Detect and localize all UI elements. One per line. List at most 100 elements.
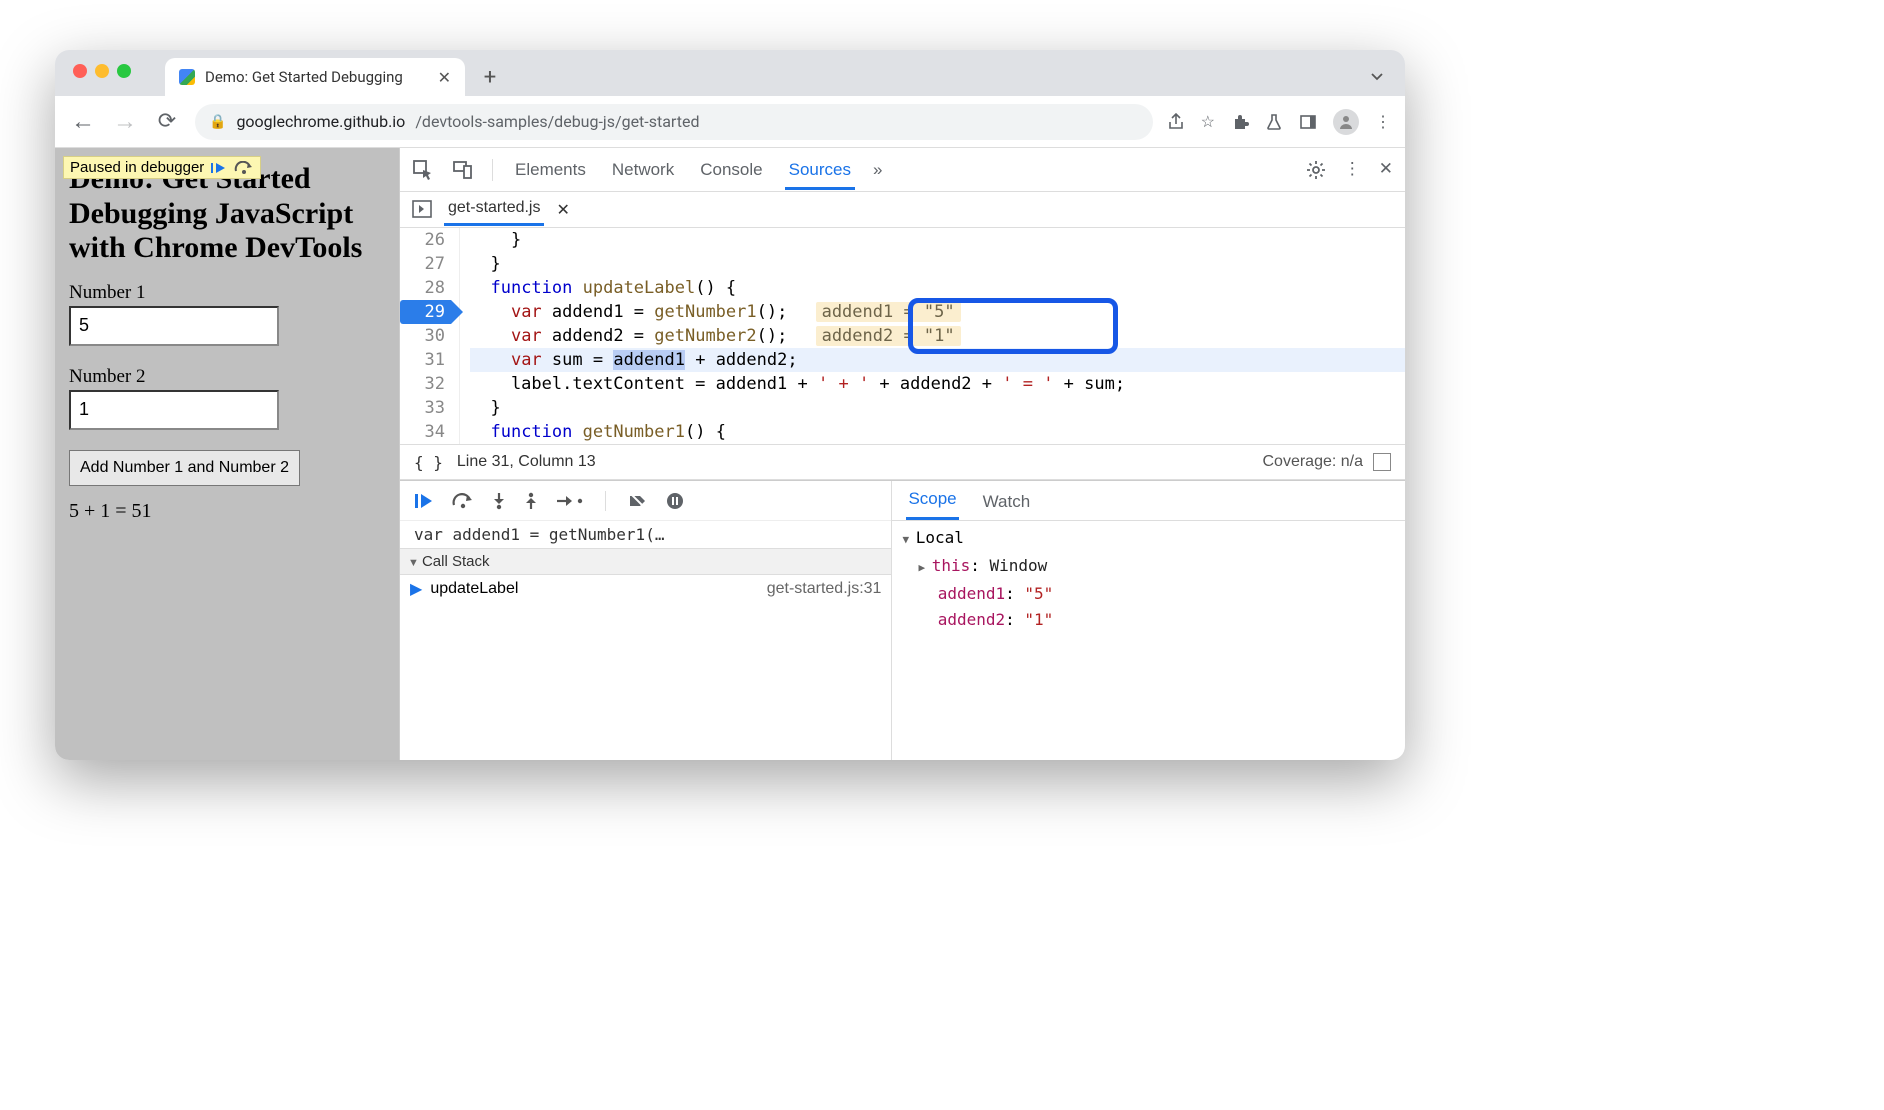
number2-input[interactable] bbox=[69, 390, 279, 430]
scope-tab[interactable]: Scope bbox=[906, 481, 958, 520]
line-number[interactable]: 30 bbox=[400, 324, 451, 348]
pause-on-exceptions-button[interactable] bbox=[666, 490, 684, 511]
line-number[interactable]: 33 bbox=[400, 396, 451, 420]
scope-tabbar: Scope Watch bbox=[892, 481, 1405, 521]
breakpoint-snippet: var addend1 = getNumber1(… bbox=[400, 521, 891, 548]
inline-value: addend1 = "5" bbox=[816, 302, 961, 322]
browser-window: Demo: Get Started Debugging ✕ + ← → ⟳ 🔒 … bbox=[55, 50, 1405, 760]
tab-network[interactable]: Network bbox=[608, 150, 678, 190]
labs-icon[interactable] bbox=[1265, 112, 1283, 132]
number1-input[interactable] bbox=[69, 306, 279, 346]
open-file-tab[interactable]: get-started.js bbox=[444, 193, 544, 226]
step-over-button[interactable] bbox=[452, 490, 474, 511]
content-area: Paused in debugger Demo: Get Started Deb… bbox=[55, 148, 1405, 760]
window-controls bbox=[73, 64, 131, 78]
bookmark-icon[interactable]: ☆ bbox=[1201, 112, 1215, 131]
code-line[interactable]: } bbox=[470, 228, 1405, 252]
number2-label: Number 2 bbox=[69, 366, 385, 388]
devtools-panel: Elements Network Console Sources » ⋮ ✕ g… bbox=[399, 148, 1405, 760]
navigator-toggle-icon[interactable] bbox=[412, 200, 432, 218]
tab-title: Demo: Get Started Debugging bbox=[205, 68, 403, 86]
current-frame-icon: ▶ bbox=[410, 579, 422, 599]
close-file-icon[interactable]: ✕ bbox=[556, 200, 569, 220]
scope-local-header[interactable]: Local bbox=[902, 525, 1395, 553]
add-button[interactable]: Add Number 1 and Number 2 bbox=[69, 450, 300, 486]
reload-button[interactable]: ⟳ bbox=[153, 109, 181, 134]
device-mode-icon[interactable] bbox=[452, 159, 474, 181]
code-line[interactable]: function getNumber1() { bbox=[470, 420, 1405, 444]
inline-value: addend2 = "1" bbox=[816, 326, 961, 346]
url-host: googlechrome.github.io bbox=[236, 112, 405, 131]
code-line[interactable]: var addend1 = getNumber1(); addend1 = "5… bbox=[470, 300, 1405, 324]
number1-label: Number 1 bbox=[69, 282, 385, 304]
devtools-menu-icon[interactable]: ⋮ bbox=[1344, 159, 1361, 179]
file-tab-bar: get-started.js ✕ bbox=[400, 192, 1405, 228]
deactivate-breakpoints-button[interactable] bbox=[628, 490, 648, 511]
code-line[interactable]: function updateLabel() { bbox=[470, 276, 1405, 300]
lock-icon: 🔒 bbox=[209, 114, 226, 130]
back-button[interactable]: ← bbox=[69, 107, 97, 136]
line-number[interactable]: 34 bbox=[400, 420, 451, 444]
browser-menu-icon[interactable]: ⋮ bbox=[1375, 112, 1391, 131]
line-number[interactable]: 26 bbox=[400, 228, 451, 252]
callstack-frame[interactable]: ▶updateLabelget-started.js:31 bbox=[400, 575, 891, 603]
tab-console[interactable]: Console bbox=[696, 150, 766, 190]
scope-variable[interactable]: addend1: "5" bbox=[902, 581, 1395, 607]
line-number[interactable]: 32 bbox=[400, 372, 451, 396]
maximize-window-button[interactable] bbox=[117, 64, 131, 78]
close-tab-icon[interactable]: ✕ bbox=[438, 68, 451, 87]
code-line[interactable]: var addend2 = getNumber2(); addend2 = "1… bbox=[470, 324, 1405, 348]
new-tab-button[interactable]: + bbox=[475, 62, 505, 92]
toolbar-right: ☆ ⋮ bbox=[1167, 109, 1391, 135]
cursor-position: Line 31, Column 13 bbox=[457, 453, 596, 471]
tab-favicon bbox=[179, 69, 195, 85]
forward-button[interactable]: → bbox=[111, 107, 139, 136]
address-bar[interactable]: 🔒 googlechrome.github.io/devtools-sample… bbox=[195, 104, 1153, 140]
extensions-icon[interactable] bbox=[1231, 112, 1249, 132]
line-number[interactable]: 27 bbox=[400, 252, 451, 276]
code-line[interactable]: label.textContent = addend1 + ' + ' + ad… bbox=[470, 372, 1405, 396]
editor-status-bar: { } Line 31, Column 13 Coverage: n/a bbox=[400, 444, 1405, 480]
coverage-toggle[interactable] bbox=[1373, 453, 1391, 471]
callstack-list: ▶updateLabelget-started.js:31 bbox=[400, 575, 891, 603]
scope-variable[interactable]: addend2: "1" bbox=[902, 607, 1395, 633]
paused-label: Paused in debugger bbox=[70, 159, 204, 176]
browser-tab[interactable]: Demo: Get Started Debugging ✕ bbox=[165, 58, 465, 96]
side-panel-icon[interactable] bbox=[1299, 112, 1317, 132]
minimize-window-button[interactable] bbox=[95, 64, 109, 78]
close-devtools-icon[interactable]: ✕ bbox=[1379, 159, 1393, 179]
code-line[interactable]: var sum = addend1 + addend2; bbox=[470, 348, 1405, 372]
line-number[interactable]: 28 bbox=[400, 276, 451, 300]
watch-tab[interactable]: Watch bbox=[981, 484, 1033, 520]
scope-variable[interactable]: this: Window bbox=[902, 553, 1395, 581]
share-icon[interactable] bbox=[1167, 111, 1185, 132]
debugger-controls bbox=[400, 481, 891, 521]
scope-body: Local this: Window addend1: "5" addend2:… bbox=[892, 521, 1405, 637]
callstack-header[interactable]: Call Stack bbox=[400, 548, 891, 575]
code-line[interactable]: } bbox=[470, 396, 1405, 420]
code-editor[interactable]: 262728293031323334 } } function updateLa… bbox=[400, 228, 1405, 444]
step-mini-button[interactable] bbox=[234, 159, 254, 176]
browser-toolbar: ← → ⟳ 🔒 googlechrome.github.io/devtools-… bbox=[55, 96, 1405, 148]
step-into-button[interactable] bbox=[492, 490, 506, 511]
line-number[interactable]: 29 bbox=[400, 300, 451, 324]
settings-icon[interactable] bbox=[1306, 159, 1326, 180]
resume-button[interactable] bbox=[414, 490, 434, 511]
rendered-page: Paused in debugger Demo: Get Started Deb… bbox=[55, 148, 399, 760]
tab-elements[interactable]: Elements bbox=[511, 150, 590, 190]
close-window-button[interactable] bbox=[73, 64, 87, 78]
code-line[interactable]: } bbox=[470, 252, 1405, 276]
tab-sources[interactable]: Sources bbox=[785, 150, 855, 190]
inspect-element-icon[interactable] bbox=[412, 159, 434, 181]
frame-location: get-started.js:31 bbox=[767, 580, 882, 598]
more-tabs-icon[interactable]: » bbox=[873, 160, 882, 180]
devtools-tabbar: Elements Network Console Sources » ⋮ ✕ bbox=[400, 148, 1405, 192]
paused-in-debugger-banner: Paused in debugger bbox=[63, 156, 261, 179]
profile-avatar[interactable] bbox=[1333, 109, 1359, 135]
url-path: /devtools-samples/debug-js/get-started bbox=[415, 112, 699, 131]
step-button[interactable] bbox=[556, 490, 583, 511]
step-out-button[interactable] bbox=[524, 490, 538, 511]
tabs-menu-button[interactable] bbox=[1369, 66, 1385, 85]
resume-mini-button[interactable] bbox=[210, 159, 228, 176]
format-icon[interactable]: { } bbox=[414, 453, 443, 472]
